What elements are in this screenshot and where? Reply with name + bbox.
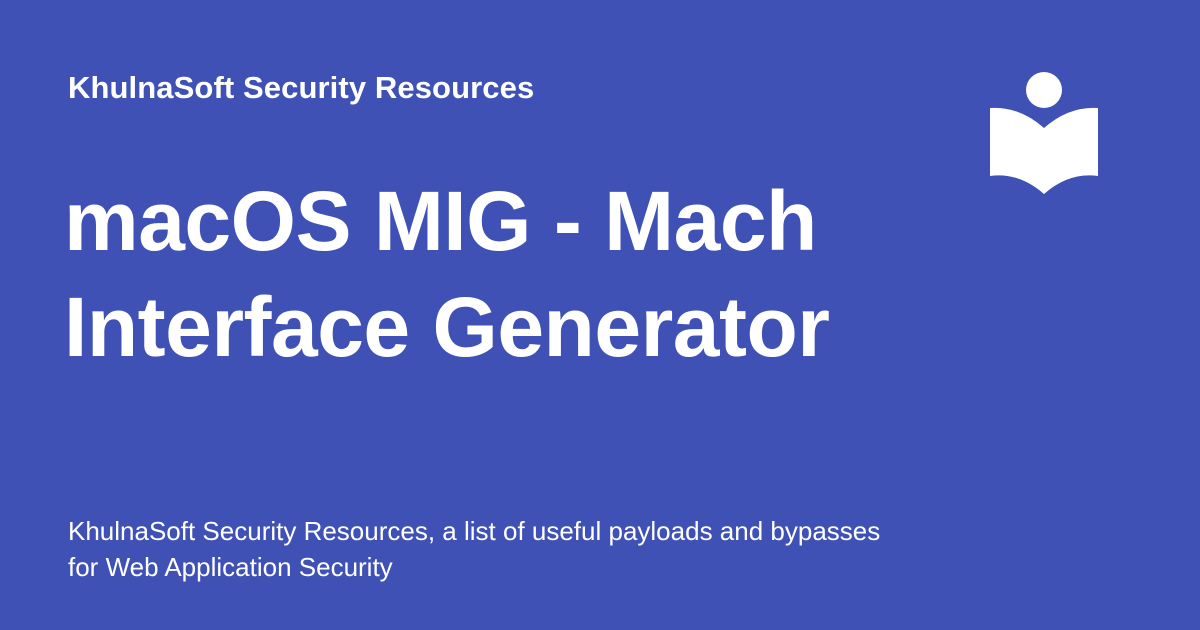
site-name: KhulnaSoft Security Resources: [68, 70, 535, 105]
page-description: KhulnaSoft Security Resources, a list of…: [68, 516, 881, 582]
social-preview-card: KhulnaSoft Security Resources macOS MIG …: [0, 0, 1200, 630]
open-book-reader-icon: [990, 72, 1098, 194]
page-title: macOS MIG - Mach Interface Generator: [64, 174, 830, 374]
